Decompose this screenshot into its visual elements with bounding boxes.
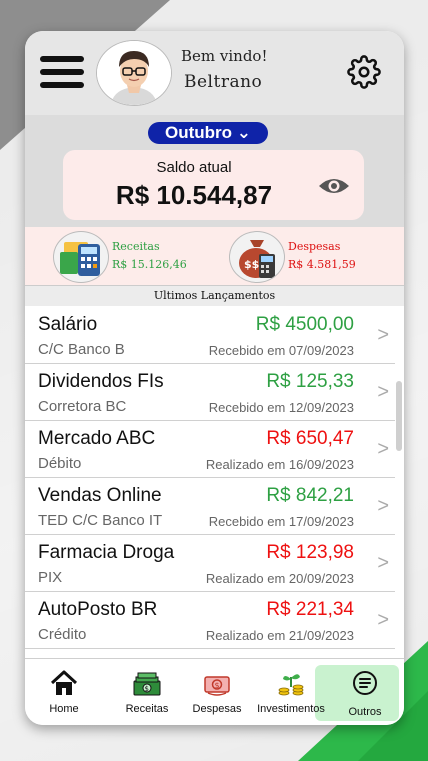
expense-title: Despesas	[288, 240, 341, 253]
nav-outros[interactable]: Outros	[343, 669, 387, 718]
calculator-money-icon[interactable]	[53, 231, 109, 283]
gear-icon[interactable]	[347, 55, 381, 89]
eye-icon[interactable]	[317, 176, 351, 196]
transaction-account: PIX	[38, 569, 63, 586]
svg-text:$$: $$	[244, 258, 259, 271]
user-name: Beltrano	[184, 72, 263, 92]
plant-coins-icon	[276, 669, 306, 697]
transaction-amount: R$ 125,33	[266, 371, 354, 392]
chevron-right-icon[interactable]: >	[377, 552, 389, 575]
transaction-name: AutoPosto BR	[38, 599, 158, 620]
balance-label: Saldo atual	[156, 159, 232, 176]
transaction-account: Crédito	[38, 626, 87, 643]
home-icon	[49, 669, 79, 697]
transaction-name: Vendas Online	[38, 485, 162, 506]
header: Bem vindo! Beltrano	[25, 31, 404, 115]
list-scrollbar[interactable]	[396, 381, 402, 451]
transaction-amount: R$ 842,21	[266, 485, 354, 506]
bottom-nav: Home $ Receitas $ Despesas Investimentos…	[25, 658, 404, 725]
transaction-account: Débito	[38, 455, 82, 472]
balance-value: R$ 10.544,87	[115, 180, 273, 210]
transaction-name: Mercado ABC	[38, 428, 156, 449]
transaction-date: Realizado em 21/09/2023	[205, 628, 354, 643]
transaction-date: Recebido em 12/09/2023	[208, 400, 354, 415]
cash-income-icon: $	[132, 669, 162, 697]
nav-investimentos[interactable]: Investimentos	[255, 669, 327, 715]
nav-investimentos-label: Investimentos	[257, 703, 325, 715]
welcome-text: Bem vindo!	[181, 47, 268, 65]
balance-card: Saldo atual R$ 10.544,87	[63, 150, 364, 220]
chevron-right-icon[interactable]: >	[377, 381, 389, 404]
transaction-amount: R$ 221,34	[266, 599, 354, 620]
nav-despesas[interactable]: $ Despesas	[191, 669, 243, 715]
transaction-date: Recebido em 17/09/2023	[208, 514, 354, 529]
transaction-name: Salário	[38, 314, 98, 335]
svg-text:$: $	[145, 685, 149, 693]
transaction-row[interactable]: Mercado ABC Débito R$ 650,47 Realizado e…	[25, 420, 395, 478]
transaction-amount: R$ 650,47	[266, 428, 354, 449]
transaction-account: Corretora BC	[38, 398, 127, 415]
svg-text:$: $	[215, 681, 220, 690]
chevron-right-icon[interactable]: >	[377, 495, 389, 518]
transaction-account: TED C/C Banco IT	[38, 512, 163, 529]
transaction-row[interactable]: AutoPosto BR Crédito R$ 221,34 Realizado…	[25, 591, 395, 649]
income-title: Receitas	[112, 240, 160, 253]
transaction-row[interactable]: Dividendos FIs Corretora BC R$ 125,33 Re…	[25, 363, 395, 421]
avatar[interactable]	[96, 40, 172, 106]
transaction-list: Salário C/C Banco B R$ 4500,00 Recebido …	[25, 306, 404, 658]
nav-receitas[interactable]: $ Receitas	[121, 669, 173, 715]
expense-value: R$ 4.581,59	[288, 258, 356, 271]
transaction-name: Dividendos FIs	[38, 371, 164, 392]
menu-icon[interactable]	[40, 56, 84, 90]
recent-transactions-title: Ultimos Lançamentos	[25, 285, 404, 307]
list-circle-icon	[350, 669, 380, 697]
transaction-amount: R$ 4500,00	[255, 314, 354, 335]
transaction-row[interactable]: Farmacia Droga PIX R$ 123,98 Realizado e…	[25, 534, 395, 592]
chevron-right-icon[interactable]: >	[377, 438, 389, 461]
transaction-row[interactable]: Vendas Online TED C/C Banco IT R$ 842,21…	[25, 477, 395, 535]
money-bag-icon[interactable]: $$	[229, 231, 285, 283]
transaction-date: Realizado em 20/09/2023	[205, 571, 354, 586]
transaction-account: C/C Banco B	[38, 341, 125, 358]
transaction-date: Recebido em 07/09/2023	[208, 343, 354, 358]
transaction-row[interactable]: Salário C/C Banco B R$ 4500,00 Recebido …	[25, 306, 395, 364]
transaction-date: Realizado em 16/09/2023	[205, 457, 354, 472]
app-screen: Bem vindo! Beltrano Outubro ⌄ Saldo atua…	[25, 31, 404, 725]
chevron-right-icon[interactable]: >	[377, 609, 389, 632]
transaction-amount: R$ 123,98	[266, 542, 354, 563]
nav-outros-label: Outros	[348, 706, 382, 718]
chevron-right-icon[interactable]: >	[377, 324, 389, 347]
nav-home[interactable]: Home	[43, 669, 85, 715]
nav-receitas-label: Receitas	[125, 703, 169, 715]
transaction-name: Farmacia Droga	[38, 542, 175, 563]
income-value: R$ 15.126,46	[112, 258, 187, 271]
nav-home-label: Home	[49, 703, 79, 715]
cash-expense-icon: $	[202, 669, 232, 697]
month-selector[interactable]: Outubro ⌄	[148, 122, 268, 144]
nav-despesas-label: Despesas	[192, 703, 242, 715]
